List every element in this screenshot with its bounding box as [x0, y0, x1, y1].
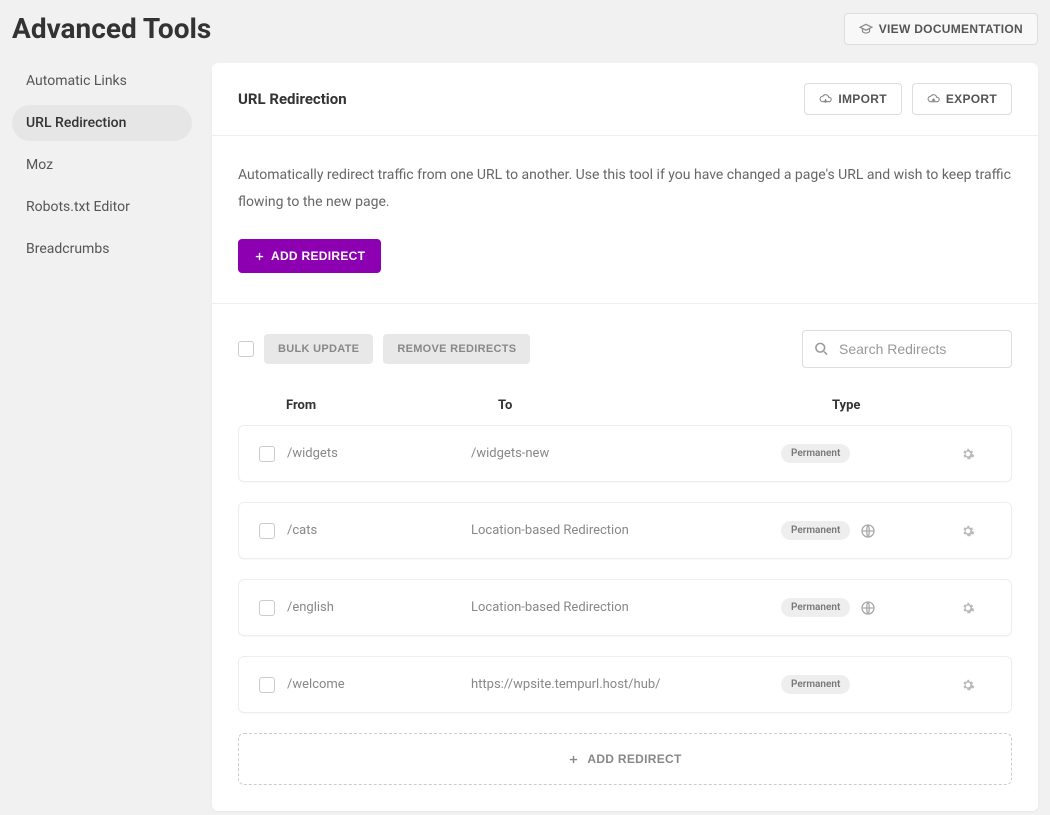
row-settings-button[interactable] [961, 678, 991, 692]
redirect-to: /widgets-new [471, 446, 781, 461]
column-from: From [286, 398, 498, 413]
cloud-download-icon [819, 93, 832, 106]
row-settings-button[interactable] [961, 524, 991, 538]
type-badge: Permanent [781, 444, 850, 463]
sidebar-item-url-redirection[interactable]: URL Redirection [12, 105, 192, 141]
page-title: Advanced Tools [12, 12, 211, 45]
cloud-upload-icon [927, 93, 940, 106]
redirect-from: /welcome [287, 677, 345, 692]
globe-icon [860, 523, 876, 539]
type-badge: Permanent [781, 598, 850, 617]
view-documentation-button[interactable]: VIEW DOCUMENTATION [844, 13, 1038, 45]
academic-cap-icon [859, 22, 873, 36]
row-checkbox[interactable] [259, 677, 275, 693]
redirect-from: /english [287, 600, 334, 615]
type-badge: Permanent [781, 521, 850, 540]
search-icon [814, 342, 829, 357]
redirect-to: Location-based Redirection [471, 523, 781, 538]
row-settings-button[interactable] [961, 601, 991, 615]
plus-icon [254, 251, 265, 262]
remove-redirects-button[interactable]: REMOVE REDIRECTS [383, 334, 530, 364]
redirect-to: Location-based Redirection [471, 600, 781, 615]
redirect-from: /cats [287, 523, 317, 538]
row-checkbox[interactable] [259, 600, 275, 616]
type-badge: Permanent [781, 675, 850, 694]
row-checkbox[interactable] [259, 446, 275, 462]
sidebar-item-automatic-links[interactable]: Automatic Links [12, 63, 192, 99]
redirect-row[interactable]: /english Location-based Redirection Perm… [238, 579, 1012, 636]
export-button[interactable]: EXPORT [912, 83, 1012, 115]
redirect-row[interactable]: /welcome https://wpsite.tempurl.host/hub… [238, 656, 1012, 713]
globe-icon [860, 600, 876, 616]
column-type: Type [832, 398, 1012, 413]
redirect-to: https://wpsite.tempurl.host/hub/ [471, 677, 781, 692]
bulk-update-button[interactable]: BULK UPDATE [264, 334, 373, 364]
row-settings-button[interactable] [961, 447, 991, 461]
redirect-row[interactable]: /widgets /widgets-new Permanent [238, 425, 1012, 482]
row-checkbox[interactable] [259, 523, 275, 539]
import-button[interactable]: IMPORT [804, 83, 901, 115]
plus-icon [568, 754, 579, 765]
panel-title: URL Redirection [238, 90, 347, 108]
select-all-checkbox[interactable] [238, 341, 254, 357]
sidebar-item-breadcrumbs[interactable]: Breadcrumbs [12, 231, 192, 267]
search-input[interactable] [802, 330, 1012, 368]
add-redirect-button[interactable]: ADD REDIRECT [238, 239, 381, 273]
add-redirect-row-button[interactable]: ADD REDIRECT [238, 733, 1012, 785]
panel-description: Automatically redirect traffic from one … [238, 162, 1012, 215]
column-headers: From To Type [238, 392, 1012, 425]
column-to: To [498, 398, 832, 413]
redirect-row[interactable]: /cats Location-based Redirection Permane… [238, 502, 1012, 559]
redirect-from: /widgets [287, 446, 338, 461]
sidebar: Automatic Links URL Redirection Moz Robo… [12, 63, 192, 811]
sidebar-item-moz[interactable]: Moz [12, 147, 192, 183]
sidebar-item-robots-txt-editor[interactable]: Robots.txt Editor [12, 189, 192, 225]
